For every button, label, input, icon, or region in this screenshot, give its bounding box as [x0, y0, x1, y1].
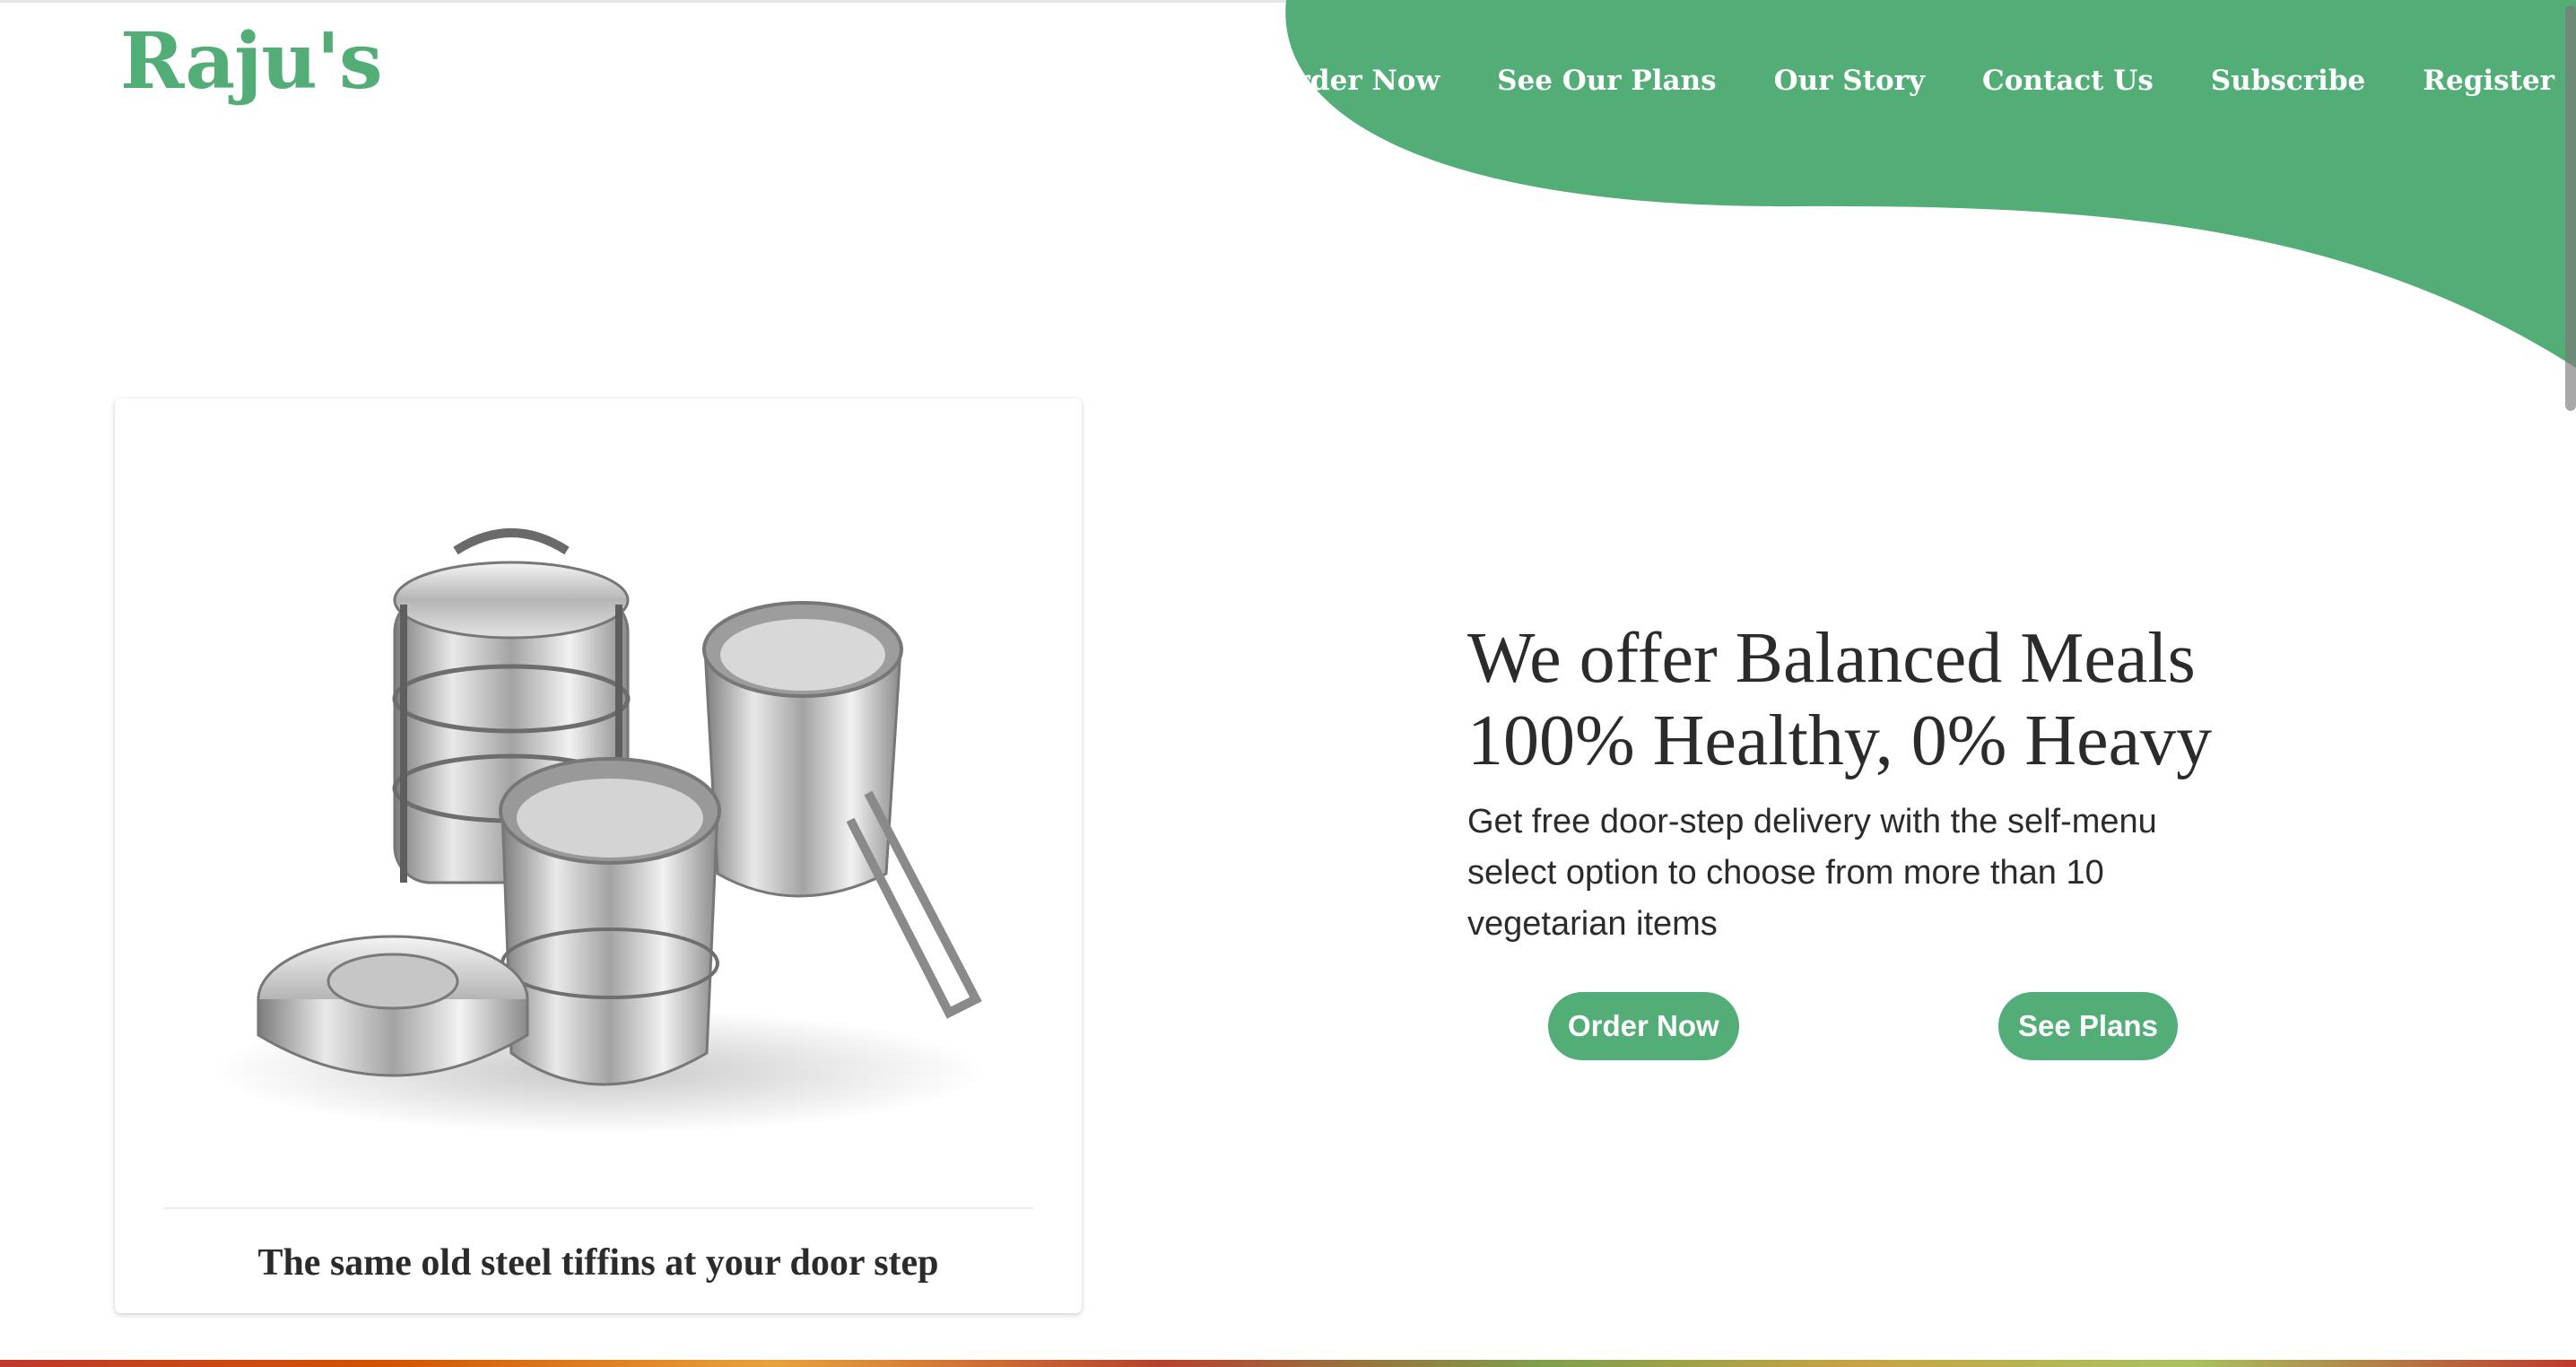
nav-register[interactable]: Register [2423, 59, 2554, 102]
card-divider [163, 1207, 1033, 1209]
scrollbar[interactable] [2565, 5, 2576, 411]
nav-order-now[interactable]: Order Now [1272, 59, 1440, 102]
steel-tiffin-image [213, 528, 985, 1134]
top-border [0, 0, 2576, 3]
main-nav: Order Now See Our Plans Our Story Contac… [1214, 59, 2554, 102]
nav-our-story[interactable]: Our Story [1774, 59, 1925, 102]
hero-section: We offer Balanced Meals 100% Healthy, 0%… [1467, 617, 2293, 950]
nav-contact-us[interactable]: Contact Us [1982, 59, 2154, 102]
order-now-button[interactable]: Order Now [1548, 992, 1739, 1060]
hero-title-line2: 100% Healthy, 0% Heavy [1467, 701, 2213, 780]
see-plans-button[interactable]: See Plans [1998, 992, 2178, 1060]
brand-logo[interactable]: Raju's [120, 16, 383, 107]
card-caption: The same old steel tiffins at your door … [257, 1242, 939, 1284]
hero-title: We offer Balanced Meals 100% Healthy, 0%… [1467, 617, 2293, 782]
bottom-image-strip [0, 1360, 2576, 1367]
nav-subscribe[interactable]: Subscribe [2211, 59, 2365, 102]
hero-title-line1: We offer Balanced Meals [1467, 619, 2196, 698]
header-wave-shape [1285, 0, 2576, 368]
feature-card: The same old steel tiffins at your door … [115, 398, 1082, 1313]
hero-description: Get free door-step delivery with the sel… [1467, 803, 2157, 943]
nav-see-our-plans[interactable]: See Our Plans [1497, 59, 1716, 102]
